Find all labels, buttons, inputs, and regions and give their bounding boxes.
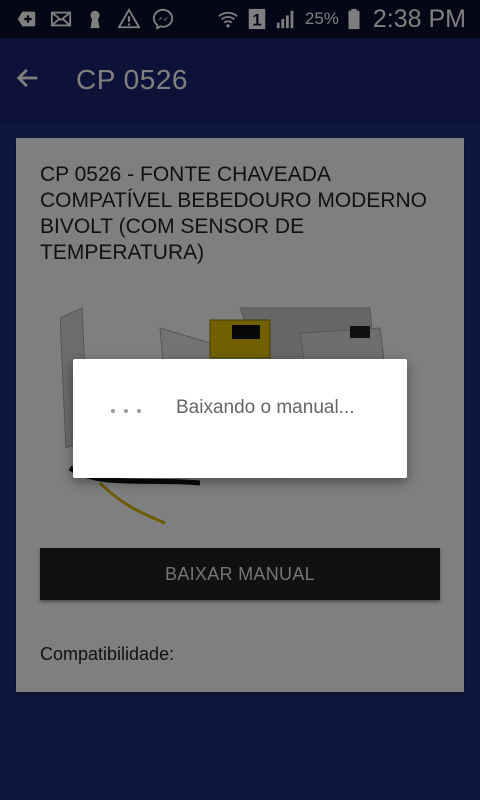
progress-dialog: Baixando o manual... xyxy=(73,359,407,478)
loading-dots-icon xyxy=(111,409,141,413)
dialog-message: Baixando o manual... xyxy=(176,397,355,418)
